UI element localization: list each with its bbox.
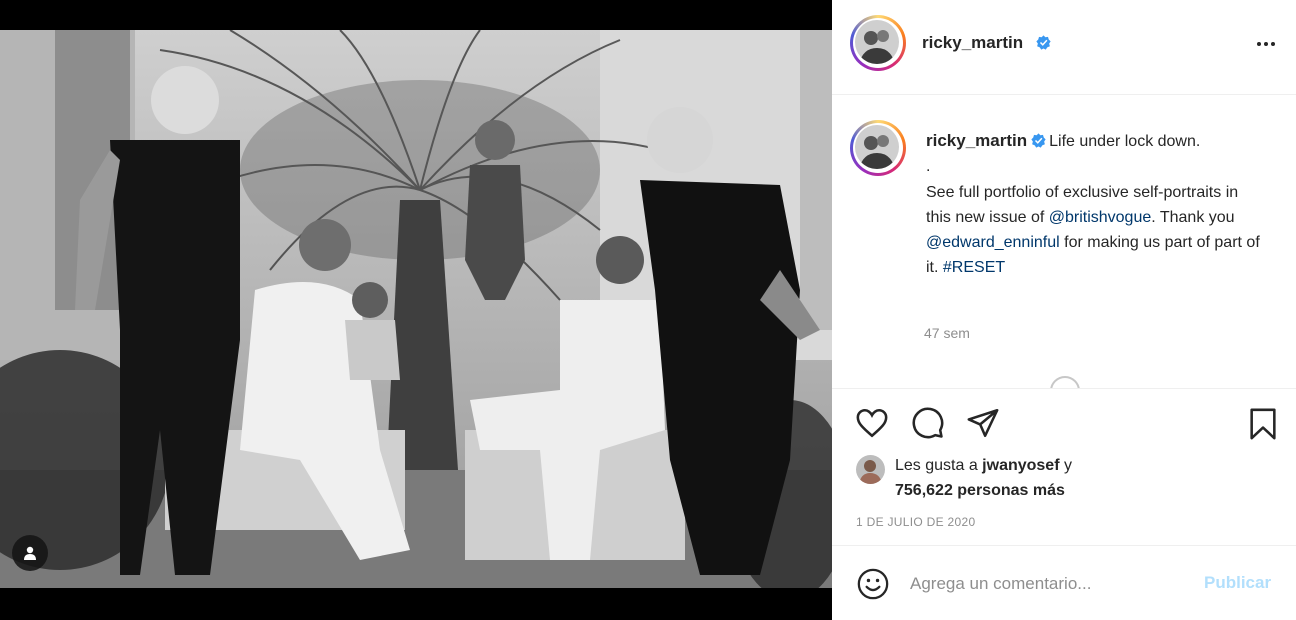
likes-summary: Les gusta a jwanyosef y 756,622 personas…: [895, 453, 1072, 503]
paper-plane-icon[interactable]: [965, 406, 1001, 440]
likes-count[interactable]: 756,622 personas más: [895, 482, 1065, 499]
caption-dot: .: [926, 158, 931, 176]
liker-username[interactable]: jwanyosef: [982, 457, 1059, 474]
post-media: [0, 0, 832, 620]
hashtag-reset[interactable]: #RESET: [943, 259, 1005, 276]
post-date[interactable]: 1 DE JULIO DE 2020: [856, 515, 975, 529]
bookmark-icon[interactable]: [1246, 406, 1280, 442]
avatar[interactable]: [850, 15, 906, 71]
comment-bubble-icon[interactable]: [910, 406, 946, 440]
likes-connector: y: [1059, 457, 1072, 474]
user-tag-icon[interactable]: [12, 535, 48, 571]
post-caption: ricky_martin Life under lock down. . See …: [926, 128, 1266, 281]
header-username[interactable]: ricky_martin: [922, 33, 1023, 53]
comment-input[interactable]: [910, 571, 1210, 597]
post-age[interactable]: 47 sem: [924, 325, 970, 341]
liker-avatar[interactable]: [856, 455, 885, 484]
heart-icon[interactable]: [854, 406, 890, 440]
publish-button[interactable]: Publicar: [1204, 573, 1271, 593]
caption-avatar[interactable]: [850, 120, 906, 176]
verified-badge-icon: [1031, 133, 1046, 148]
action-bar: Les gusta a jwanyosef y 756,622 personas…: [832, 388, 1296, 546]
verified-badge-icon: [1036, 35, 1051, 50]
comment-box: Publicar: [832, 547, 1296, 620]
caption-username[interactable]: ricky_martin: [926, 131, 1027, 150]
caption-section: ricky_martin Life under lock down. . See …: [832, 96, 1296, 388]
smiley-icon[interactable]: [856, 567, 890, 601]
post-header: ricky_martin: [832, 0, 1296, 95]
caption-lead: Life under lock down.: [1049, 133, 1201, 150]
post-photo[interactable]: [0, 30, 832, 588]
loading-spinner: [1050, 376, 1080, 388]
caption-body-2: . Thank you: [1151, 208, 1235, 226]
mention-edward-enninful[interactable]: @edward_enninful: [926, 234, 1060, 251]
more-options-icon[interactable]: [1250, 30, 1282, 58]
likes-prefix: Les gusta a: [895, 457, 983, 474]
mention-britishvogue[interactable]: @britishvogue: [1049, 209, 1152, 226]
post-side-panel: ricky_martin ricky_martin Life under lock…: [832, 0, 1296, 620]
